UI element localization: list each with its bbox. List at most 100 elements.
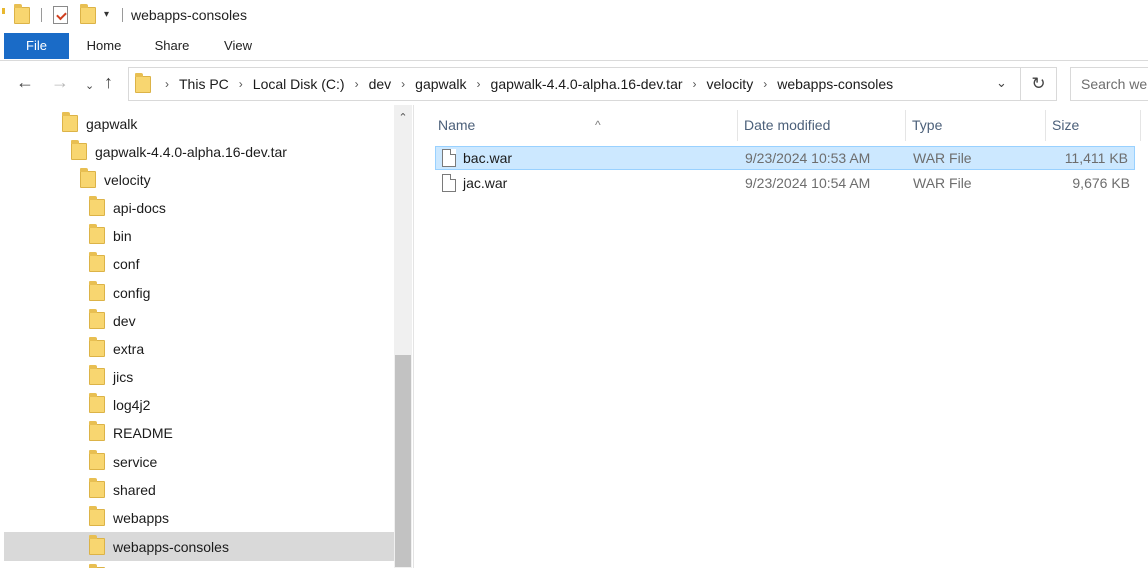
tree-item-api-docs[interactable]: api-docs <box>0 195 394 220</box>
tree-item-extra[interactable]: extra <box>0 336 394 361</box>
tree-item-label: dev <box>113 312 136 329</box>
address-bar[interactable]: › This PC › Local Disk (C:) › dev › gapw… <box>128 67 1021 101</box>
tree-item-label: bin <box>113 227 132 244</box>
breadcrumb-gapwalk[interactable]: gapwalk <box>415 76 466 92</box>
chevron-right-icon[interactable]: › <box>239 77 243 91</box>
tab-share[interactable]: Share <box>146 33 198 59</box>
file-row[interactable]: bac.war 9/23/2024 10:53 AM WAR File 11,4… <box>435 146 1135 170</box>
title-bar: ▾ webapps-consoles <box>0 0 1148 31</box>
customize-toolbar-dropdown[interactable]: ▾ <box>104 9 109 21</box>
breadcrumb-webapps-consoles[interactable]: webapps-consoles <box>777 76 893 92</box>
file-icon <box>442 149 456 167</box>
tree-item-bin[interactable]: bin <box>0 223 394 248</box>
tree-item-label: velocity <box>104 171 151 188</box>
scroll-up-arrow-icon[interactable]: ⌃ <box>394 111 412 124</box>
tab-view[interactable]: View <box>214 33 262 59</box>
file-size: 11,411 KB <box>1064 150 1128 166</box>
tree-item-log4j2[interactable]: log4j2 <box>0 392 394 417</box>
file-icon <box>442 174 456 192</box>
tree-item-label: conf <box>113 255 140 272</box>
breadcrumb-this-pc[interactable]: This PC <box>179 76 229 92</box>
file-name: bac.war <box>463 150 513 166</box>
new-folder-icon[interactable] <box>80 4 96 24</box>
column-header-type[interactable]: Type <box>906 110 1046 141</box>
breadcrumb-dev[interactable]: dev <box>369 76 392 92</box>
folder-icon <box>89 421 105 441</box>
tree-item-label: shared <box>113 481 156 498</box>
tree-item-label: api-docs <box>113 199 166 216</box>
navigation-bar: ← → ⌄ ↑ › This PC › Local Disk (C:) › de… <box>0 61 1148 105</box>
tree-item-gapwalk[interactable]: gapwalk <box>0 111 394 136</box>
search-input[interactable]: Search webapps-consoles <box>1070 67 1148 101</box>
tree-item-gapwalk-tar[interactable]: gapwalk-4.4.0-alpha.16-dev.tar <box>0 139 394 164</box>
tree-item-readme[interactable]: README <box>0 420 394 445</box>
column-label: Date modified <box>744 117 831 133</box>
chevron-right-icon[interactable]: › <box>165 77 169 91</box>
up-arrow-icon[interactable]: ↑ <box>104 72 113 92</box>
forward-arrow-icon[interactable]: → <box>51 72 69 92</box>
file-row[interactable]: jac.war 9/23/2024 10:54 AM WAR File 9,67… <box>435 171 1135 195</box>
folder-icon <box>89 506 105 526</box>
folder-icon <box>89 478 105 498</box>
chevron-right-icon[interactable]: › <box>693 77 697 91</box>
properties-icon[interactable] <box>53 6 68 24</box>
sort-ascending-icon: ^ <box>595 118 601 132</box>
folder-icon <box>89 450 105 470</box>
folder-icon <box>89 365 105 385</box>
chevron-right-icon[interactable]: › <box>763 77 767 91</box>
recent-locations-chevron-icon[interactable]: ⌄ <box>85 76 94 96</box>
quick-access-marker <box>2 8 5 14</box>
tree-item-label: config <box>113 284 151 301</box>
tree-item-label: webapps <box>113 509 170 526</box>
file-name: jac.war <box>463 175 508 191</box>
address-history-dropdown-icon[interactable]: ⌄ <box>996 75 1007 91</box>
breadcrumb-gapwalk-tar[interactable]: gapwalk-4.4.0-alpha.16-dev.tar <box>491 76 683 92</box>
refresh-button[interactable]: ↻ <box>1021 67 1057 101</box>
folder-icon <box>89 309 105 329</box>
breadcrumb-velocity[interactable]: velocity <box>707 76 754 92</box>
divider <box>122 8 123 22</box>
file-size: 9,676 KB <box>1072 175 1130 191</box>
navigation-pane: gapwalk gapwalk-4.4.0-alpha.16-dev.tar v… <box>0 105 414 568</box>
divider <box>41 8 42 22</box>
tab-file[interactable]: File <box>4 33 69 59</box>
scrollbar-thumb[interactable] <box>395 355 411 567</box>
tree-item-webapps-consoles[interactable]: webapps-consoles <box>4 532 394 561</box>
tree-item-conf[interactable]: conf <box>0 251 394 276</box>
tree-item-dev[interactable]: dev <box>0 308 394 333</box>
folder-icon <box>89 393 105 413</box>
window-title: webapps-consoles <box>131 7 247 23</box>
tree-item-label: README <box>113 424 173 441</box>
file-type: WAR File <box>913 150 972 166</box>
tree-item-label: gapwalk-4.4.0-alpha.16-dev.tar <box>95 143 287 160</box>
chevron-right-icon[interactable]: › <box>355 77 359 91</box>
tree-item-shared[interactable]: shared <box>0 477 394 502</box>
folder-icon <box>89 535 105 555</box>
tree-item-service[interactable]: service <box>0 449 394 474</box>
tree-item-label: gapwalk <box>86 115 138 132</box>
breadcrumb-local-disk[interactable]: Local Disk (C:) <box>253 76 345 92</box>
file-list-pane: Name ^ Date modified Type Size bac.war 9… <box>414 105 1148 568</box>
column-header-size[interactable]: Size <box>1046 110 1141 141</box>
folder-icon <box>89 196 105 216</box>
nav-pane-scrollbar[interactable]: ⌃ <box>394 105 412 568</box>
column-label: Name <box>438 117 476 133</box>
tree-item-label: service <box>113 453 158 470</box>
chevron-right-icon[interactable]: › <box>477 77 481 91</box>
column-label: Size <box>1052 117 1080 133</box>
tree-item-velocity[interactable]: velocity <box>0 167 394 192</box>
tree-item-label: log4j2 <box>113 396 151 413</box>
folder-icon <box>89 337 105 357</box>
tree-item-label: extra <box>113 340 145 357</box>
folder-icon <box>62 112 78 132</box>
column-header-name[interactable]: Name ^ <box>432 110 738 141</box>
chevron-right-icon[interactable]: › <box>401 77 405 91</box>
tree-item-jics[interactable]: jics <box>0 364 394 389</box>
column-header-date-modified[interactable]: Date modified <box>738 110 906 141</box>
tree-item-config[interactable]: config <box>0 280 394 305</box>
tab-home[interactable]: Home <box>78 33 130 59</box>
folder-icon <box>71 140 87 160</box>
back-arrow-icon[interactable]: ← <box>16 72 34 92</box>
ribbon: File Home Share View <box>0 31 1148 61</box>
tree-item-webapps[interactable]: webapps <box>0 505 394 530</box>
